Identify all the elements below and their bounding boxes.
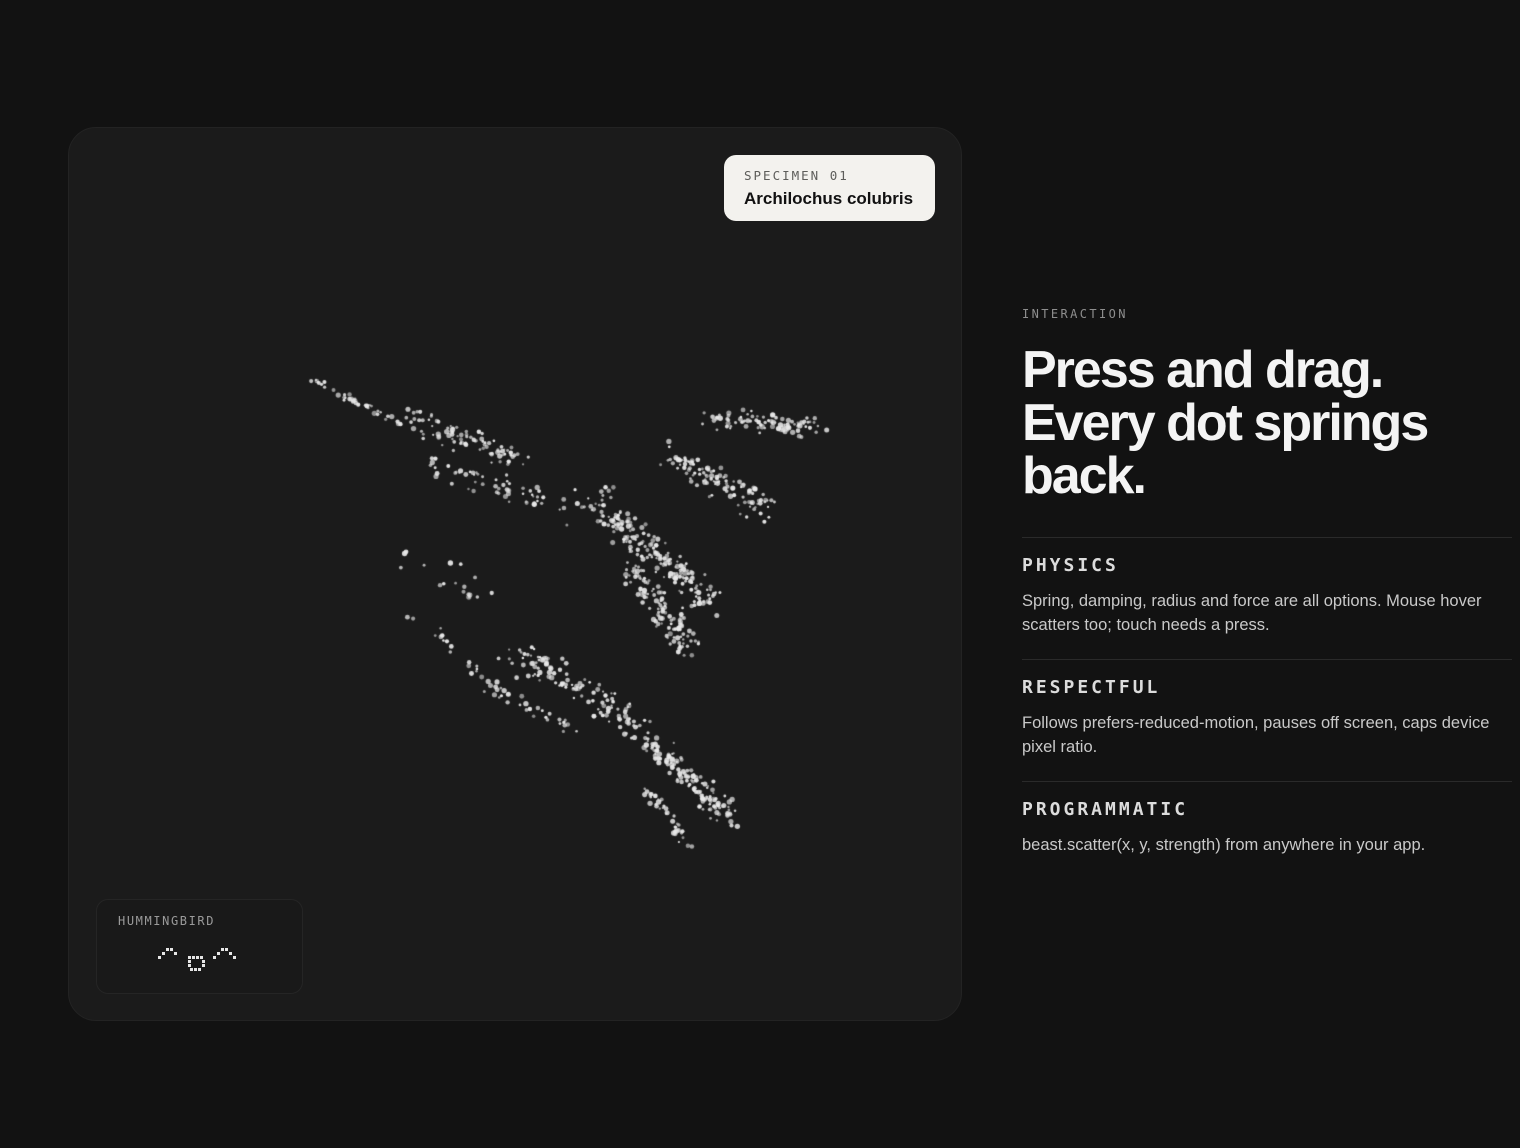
- feature-physics: PHYSICS Spring, damping, radius and forc…: [1022, 537, 1512, 659]
- feature-description: Follows prefers-reduced-motion, pauses o…: [1022, 714, 1490, 756]
- headline-line: Press and drag.: [1022, 341, 1384, 399]
- headline-line: Every dot springs: [1022, 394, 1429, 452]
- specimen-card: SPECIMEN 01 Archilochus colubris: [724, 155, 935, 221]
- hummingbird-dot-canvas[interactable]: [69, 128, 961, 1020]
- particle-stage[interactable]: SPECIMEN 01 Archilochus colubris HUMMING…: [68, 127, 962, 1021]
- headline-line: back.: [1022, 447, 1147, 505]
- creature-label: HUMMINGBIRD: [118, 914, 216, 928]
- feature-respectful: RESPECTFUL Follows prefers-reduced-motio…: [1022, 659, 1512, 781]
- feature-programmatic: PROGRAMMATIC beast.scatter(x, y, strengt…: [1022, 781, 1512, 879]
- section-eyebrow: INTERACTION: [1022, 307, 1128, 321]
- interaction-info: INTERACTION Press and drag. Every dot sp…: [1022, 306, 1512, 879]
- hummingbird-pixel-icon: [158, 948, 236, 971]
- headline: Press and drag. Every dot springs back.: [1022, 344, 1512, 503]
- specimen-number: SPECIMEN 01: [744, 168, 849, 183]
- feature-title: PHYSICS: [1022, 555, 1119, 576]
- feature-description: beast.scatter(x, y, strength) from anywh…: [1022, 836, 1426, 854]
- creature-selector[interactable]: HUMMINGBIRD: [96, 899, 303, 994]
- feature-description: Spring, damping, radius and force are al…: [1022, 592, 1482, 634]
- specimen-species-name: Archilochus colubris: [744, 189, 914, 208]
- feature-title: PROGRAMMATIC: [1022, 799, 1189, 820]
- feature-title: RESPECTFUL: [1022, 677, 1161, 698]
